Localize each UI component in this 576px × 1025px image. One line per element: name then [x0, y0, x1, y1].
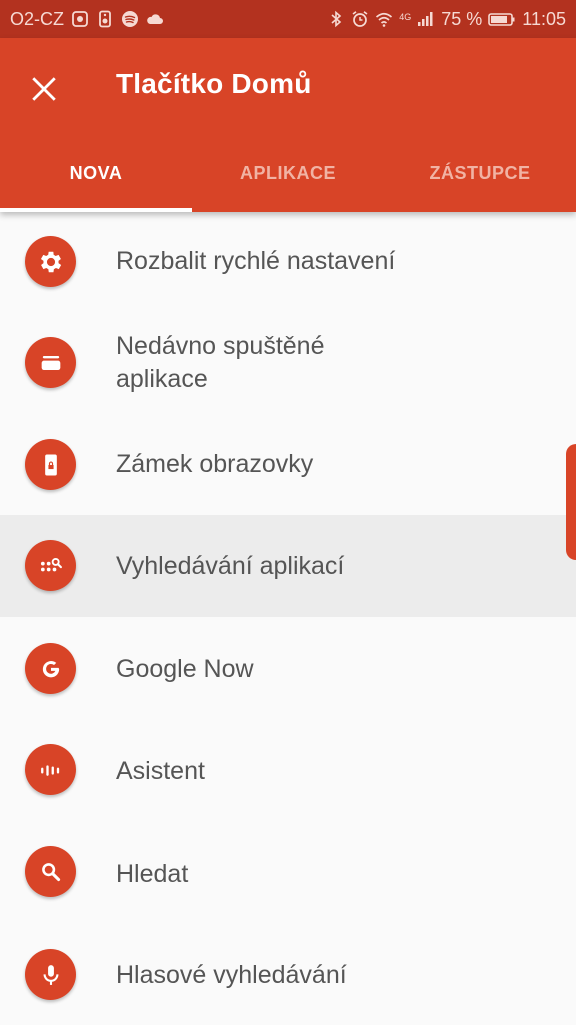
- battery-percent: 75 %: [441, 8, 483, 29]
- battery-icon: [488, 10, 516, 28]
- list-item-quick-settings[interactable]: Rozbalit rychlé nastavení: [0, 212, 576, 312]
- tab-aplikace[interactable]: APLIKACE: [192, 138, 384, 208]
- list-item-label: Nedávno spuštěné aplikace: [116, 332, 325, 393]
- action-list: Rozbalit rychlé nastavení Nedávno spuště…: [0, 212, 576, 1025]
- microphone-icon: [25, 949, 76, 1000]
- list-item-assistant[interactable]: Asistent: [0, 719, 576, 822]
- list-item-label: Google Now: [116, 655, 254, 683]
- tab-nova[interactable]: NOVA: [0, 138, 192, 208]
- close-icon: [32, 77, 56, 101]
- notification-app-icon: [71, 10, 89, 28]
- page-title: Tlačítko Domů: [116, 68, 312, 99]
- list-item-search[interactable]: Hledat: [0, 822, 576, 925]
- list-item-voice-search[interactable]: Hlasové vyhledávání: [0, 925, 576, 1025]
- list-item-label: Hledat: [116, 860, 189, 888]
- clock: 11:05: [522, 8, 566, 29]
- status-bar: O2-CZ 4G 75 % 11:05: [0, 0, 576, 38]
- list-item-label: Rozbalit rychlé nastavení: [116, 247, 396, 275]
- list-item-lock-screen[interactable]: Zámek obrazovky: [0, 412, 576, 515]
- cloud-icon: [146, 10, 164, 28]
- bluetooth-icon: [327, 10, 345, 28]
- close-button[interactable]: [22, 67, 66, 111]
- lock-screen-icon: [25, 439, 76, 490]
- speaker-icon: [96, 10, 114, 28]
- scrollbar-thumb[interactable]: [566, 444, 576, 560]
- list-item-label: Asistent: [116, 757, 205, 785]
- google-icon: [25, 643, 76, 694]
- list-item-app-search[interactable]: Vyhledávání aplikací: [0, 515, 576, 617]
- tab-zastupce[interactable]: ZÁSTUPCE: [384, 138, 576, 208]
- network-type-label: 4G: [399, 11, 412, 22]
- search-icon: [25, 846, 76, 897]
- signal-icon: [417, 10, 435, 28]
- list-item-google-now[interactable]: Google Now: [0, 617, 576, 719]
- list-item-recent-apps[interactable]: Nedávno spuštěné aplikace: [0, 312, 576, 412]
- assistant-icon: [25, 744, 76, 795]
- alarm-icon: [351, 10, 369, 28]
- list-item-label: Hlasové vyhledávání: [116, 961, 347, 989]
- wifi-icon: [375, 10, 393, 28]
- app-bar: Tlačítko Domů NOVA APLIKACE ZÁSTUPCE: [0, 38, 576, 212]
- gear-icon: [25, 236, 76, 287]
- tab-bar: NOVA APLIKACE ZÁSTUPCE: [0, 138, 576, 212]
- spotify-icon: [121, 10, 139, 28]
- recent-apps-icon: [25, 337, 76, 388]
- list-item-label: Vyhledávání aplikací: [116, 552, 345, 580]
- app-search-icon: [25, 540, 76, 591]
- list-item-label: Zámek obrazovky: [116, 450, 314, 478]
- carrier-label: O2-CZ: [10, 8, 64, 29]
